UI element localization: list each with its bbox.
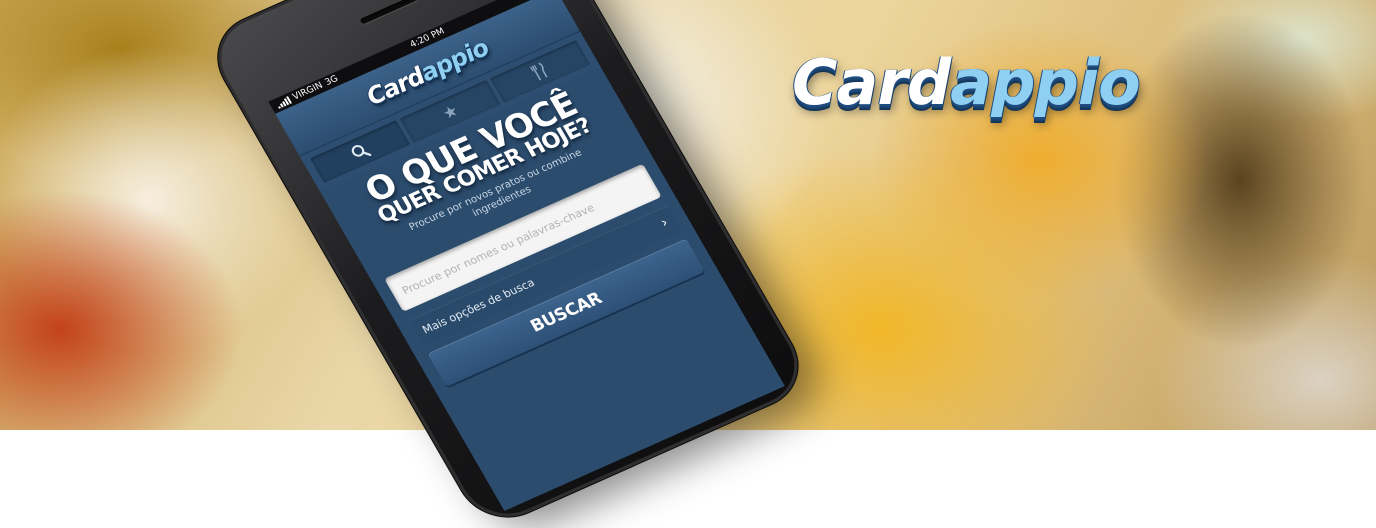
earpiece-speaker (359, 0, 418, 25)
logo-highlight: appio (950, 46, 1140, 119)
brand-logo: Cardappio (792, 52, 1141, 114)
front-camera (369, 0, 387, 2)
chevron-right-icon: › (657, 214, 672, 232)
fork-knife-icon (529, 62, 548, 81)
search-icon (351, 145, 372, 157)
logo-prefix: Card (792, 46, 951, 119)
star-icon: ★ (438, 100, 462, 123)
